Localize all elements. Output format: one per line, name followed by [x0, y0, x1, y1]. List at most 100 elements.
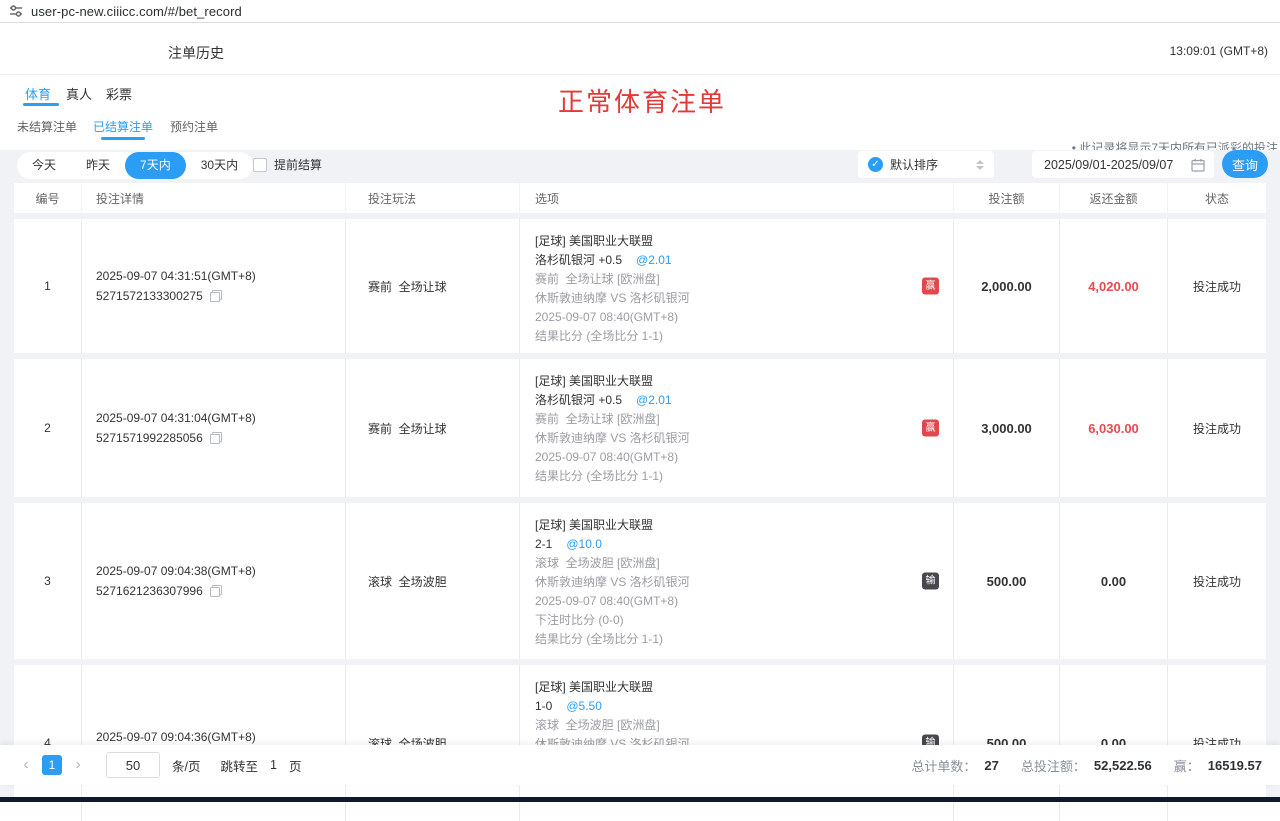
option-league: [足球] 美国职业大联盟 — [535, 232, 953, 251]
option-odds: @5.50 — [566, 699, 602, 713]
subtab-unsettled[interactable]: 未结算注单 — [17, 118, 77, 135]
clock: 13:09:01 (GMT+8) — [1170, 44, 1268, 58]
total-stake-value: 52,522.56 — [1094, 758, 1152, 773]
page-title: 注单历史 — [168, 43, 224, 63]
option-result: 结果比分 (全场比分 1-1) — [535, 327, 953, 346]
subtab-settled-underline — [101, 137, 145, 140]
tab-sports[interactable]: 体育 — [25, 84, 51, 103]
calendar-icon — [1191, 158, 1205, 172]
bottom-dark-bar — [0, 797, 1280, 802]
site-settings-icon[interactable] — [9, 4, 23, 18]
payout-amount: 6,030.00 — [1060, 359, 1168, 497]
tab-live[interactable]: 真人 — [66, 84, 92, 103]
header-no: 编号 — [14, 183, 82, 213]
page-size-input[interactable] — [106, 752, 160, 778]
sort-caret-icon — [976, 160, 984, 170]
option-selection: 2-1 — [535, 537, 552, 551]
option-odds: @2.01 — [636, 253, 672, 267]
bet-number: 1 — [14, 219, 82, 353]
option-selection: 1-0 — [535, 699, 552, 713]
early-settle-label: 提前结算 — [274, 156, 322, 173]
option-match-time: 2025-09-07 08:40(GMT+8) — [535, 592, 953, 611]
option-match-time: 2025-09-07 08:40(GMT+8) — [535, 308, 953, 327]
total-win-value: 16519.57 — [1208, 758, 1262, 773]
per-page-label: 条/页 — [172, 756, 200, 775]
totals-summary: 总计单数： 27 总投注额： 52,522.56 赢： 16519.57 — [889, 756, 1262, 775]
win-badge: 赢 — [922, 278, 939, 295]
bet-option-cell: [足球] 美国职业大联盟 2-1@10.0 滚球 全场波胆 [欧洲盘] 休斯敦迪… — [520, 503, 954, 659]
subtab-settled[interactable]: 已结算注单 — [93, 118, 153, 135]
option-market: 滚球 全场波胆 [欧洲盘] — [535, 716, 953, 735]
bet-option-cell: [足球] 美国职业大联盟 洛杉矶银河 +0.5 @2.01 赛前 全场让球 [欧洲… — [520, 359, 954, 497]
bet-status: 投注成功 — [1168, 503, 1266, 659]
bet-number: 2 — [14, 359, 82, 497]
current-page-button[interactable]: 1 — [42, 755, 62, 775]
option-result: 结果比分 (全场比分 1-1) — [535, 630, 953, 649]
header-play: 投注玩法 — [346, 183, 520, 213]
option-market: 赛前 全场让球 [欧洲盘] — [535, 270, 953, 289]
pill-today[interactable]: 今天 — [17, 152, 71, 179]
bet-id: 5271621236307996 — [96, 581, 203, 601]
page-header: 注单历史 13:09:01 (GMT+8) — [0, 23, 1280, 75]
header-payout: 返还金额 — [1060, 183, 1168, 213]
option-result: 结果比分 (全场比分 1-1) — [535, 467, 953, 486]
table-header: 编号 投注详情 投注玩法 选项 投注额 返还金额 状态 — [14, 183, 1266, 213]
jump-page-value[interactable]: 1 — [270, 758, 277, 772]
total-win-label: 赢： — [1174, 756, 1200, 775]
bet-play: 赛前 全场让球 — [346, 359, 520, 497]
pill-7days[interactable]: 7天内 — [125, 152, 186, 179]
option-match: 休斯敦迪纳摩 VS 洛杉矶银河 — [535, 429, 953, 448]
bet-status: 投注成功 — [1168, 359, 1266, 497]
option-selection: 洛杉矶银河 +0.5 — [535, 393, 622, 407]
copy-icon[interactable] — [210, 585, 222, 597]
copy-icon[interactable] — [210, 432, 222, 444]
bet-time: 2025-09-07 04:31:04(GMT+8) — [96, 408, 345, 428]
stake-amount: 3,000.00 — [954, 359, 1060, 497]
option-league: [足球] 美国职业大联盟 — [535, 516, 953, 535]
option-match-time: 2025-09-07 08:40(GMT+8) — [535, 448, 953, 467]
option-odds: @2.01 — [636, 393, 672, 407]
stake-amount: 2,000.00 — [954, 219, 1060, 353]
date-range-picker[interactable]: 2025/09/01-2025/09/07 — [1032, 151, 1214, 178]
header-detail: 投注详情 — [82, 183, 346, 213]
table-row: 2 2025-09-07 04:31:04(GMT+8) 52715719922… — [14, 359, 1266, 497]
check-circle-icon: ✓ — [868, 157, 883, 172]
copy-icon[interactable] — [210, 290, 222, 302]
option-selection: 洛杉矶银河 +0.5 — [535, 253, 622, 267]
total-count-value: 27 — [984, 758, 998, 773]
bet-status: 投注成功 — [1168, 219, 1266, 353]
prev-page-button[interactable]: ‹ — [18, 756, 34, 774]
early-settle-checkbox[interactable]: 提前结算 — [253, 156, 322, 173]
bet-play: 滚球 全场波胆 — [346, 503, 520, 659]
tab-lottery[interactable]: 彩票 — [106, 84, 132, 103]
win-badge: 赢 — [922, 420, 939, 437]
subtab-reserved[interactable]: 预约注单 — [170, 118, 218, 135]
bet-number: 3 — [14, 503, 82, 659]
checkbox-icon[interactable] — [253, 158, 267, 172]
pill-yesterday[interactable]: 昨天 — [71, 152, 125, 179]
url-text[interactable]: user-pc-new.ciiicc.com/#/bet_record — [31, 4, 242, 19]
tab-sports-underline — [23, 103, 59, 106]
pill-30days[interactable]: 30天内 — [186, 152, 253, 179]
bet-time: 2025-09-07 04:31:51(GMT+8) — [96, 266, 345, 286]
option-league: [足球] 美国职业大联盟 — [535, 678, 953, 697]
option-bet-score: 下注时比分 (0-0) — [535, 611, 953, 630]
option-market: 滚球 全场波胆 [欧洲盘] — [535, 554, 953, 573]
header-option: 选项 — [520, 183, 954, 213]
option-league: [足球] 美国职业大联盟 — [535, 372, 953, 391]
bet-id: 5271571992285056 — [96, 428, 203, 448]
table-row: 1 2025-09-07 04:31:51(GMT+8) 52715721333… — [14, 219, 1266, 353]
next-page-button[interactable]: › — [70, 756, 86, 774]
option-match: 休斯敦迪纳摩 VS 洛杉矶银河 — [535, 289, 953, 308]
total-stake-label: 总投注额： — [1021, 756, 1086, 775]
page-unit-label: 页 — [289, 756, 302, 775]
search-button[interactable]: 查询 — [1222, 150, 1268, 178]
bet-time: 2025-09-07 09:04:38(GMT+8) — [96, 561, 345, 581]
stake-amount: 500.00 — [954, 503, 1060, 659]
sort-dropdown[interactable]: ✓ 默认排序 — [858, 151, 994, 178]
payout-amount: 0.00 — [1060, 503, 1168, 659]
browser-address-bar[interactable]: user-pc-new.ciiicc.com/#/bet_record — [0, 0, 1280, 23]
jump-to-label: 跳转至 — [220, 756, 258, 775]
header-status: 状态 — [1168, 183, 1266, 213]
option-market: 赛前 全场让球 [欧洲盘] — [535, 410, 953, 429]
